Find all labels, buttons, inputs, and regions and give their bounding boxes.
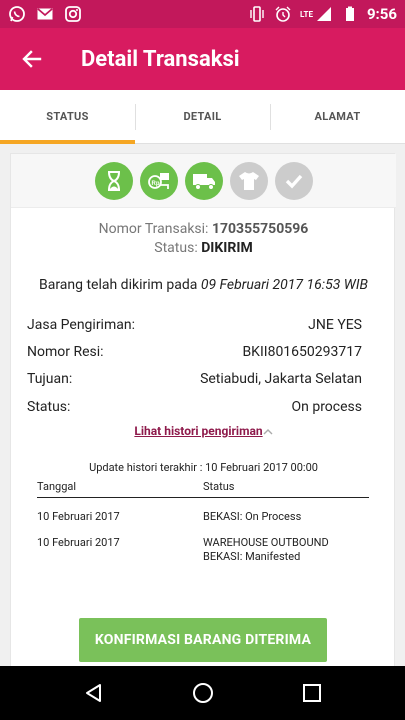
history-link-label: Lihat histori pengiriman <box>134 424 263 438</box>
transaction-status-row: Status: DIKIRIM <box>11 240 396 256</box>
nav-back-icon[interactable] <box>83 682 105 704</box>
detail-value: Setiabudi, Jakarta Selatan <box>200 371 362 387</box>
payment-icon: Rp <box>139 161 178 200</box>
gmail-icon <box>36 5 54 23</box>
history-table: Tanggal Status 10 Februari 2017 BEKASI: … <box>37 480 369 564</box>
tab-status[interactable]: STATUS <box>0 90 135 144</box>
table-row: 10 Februari 2017 WAREHOUSE OUTBOUND BEKA… <box>37 536 369 564</box>
whatsapp-icon <box>8 5 26 23</box>
hourglass-icon <box>94 161 133 200</box>
check-icon <box>274 161 313 200</box>
progress-steps: Rp <box>11 154 396 208</box>
chevron-up-icon <box>263 428 273 435</box>
shipped-info: Barang telah dikirim pada 09 Februari 20… <box>11 277 396 293</box>
alarm-icon <box>274 5 292 23</box>
nav-recents-icon[interactable] <box>302 683 322 703</box>
instagram-icon <box>64 5 82 23</box>
detail-label: Nomor Resi: <box>27 344 104 360</box>
battery-icon <box>341 5 359 23</box>
detail-label: Jasa Pengiriman: <box>27 317 135 333</box>
history-toggle-link[interactable]: Lihat histori pengiriman <box>11 424 396 438</box>
row-status-line: WAREHOUSE OUTBOUND <box>203 536 329 549</box>
shirt-icon <box>229 161 268 200</box>
signal-icon <box>315 5 333 23</box>
column-header-status: Status <box>203 480 235 493</box>
detail-row-destination: Tujuan: Setiabudi, Jakarta Selatan <box>27 371 362 387</box>
shipped-prefix: Barang telah dikirim pada <box>38 277 201 293</box>
history-updated: Update histori terakhir : 10 Februari 20… <box>89 461 318 474</box>
row-date: 10 Februari 2017 <box>37 536 120 549</box>
row-status-line: BEKASI: On Process <box>203 510 302 523</box>
nav-home-icon[interactable] <box>191 681 215 705</box>
network-type: LTE <box>300 9 313 19</box>
status-card: Rp Nomor Transaksi: 170355750596 Status:… <box>10 153 396 673</box>
tab-detail[interactable]: DETAIL <box>135 90 270 143</box>
shipped-datetime: 09 Februari 2017 16:53 WIB <box>200 277 369 293</box>
status-bar: LTE 9:56 <box>0 0 405 28</box>
row-date: 10 Februari 2017 <box>37 510 120 523</box>
app-bar: Detail Transaksi <box>0 28 405 90</box>
tab-bar: STATUS DETAIL ALAMAT <box>0 90 405 144</box>
confirm-received-button[interactable]: KONFIRMASI BARANG DITERIMA <box>79 618 327 662</box>
clock: 9:56 <box>366 5 397 23</box>
transaction-status-label: Status: <box>154 240 198 256</box>
tab-alamat[interactable]: ALAMAT <box>270 90 405 143</box>
detail-row-status: Status: On process <box>27 399 362 415</box>
detail-row-courier: Jasa Pengiriman: JNE YES <box>27 317 362 333</box>
vibrate-icon <box>248 5 266 23</box>
detail-value: On process <box>291 399 363 415</box>
row-status-line: BEKASI: Manifested <box>203 550 301 563</box>
row-status: BEKASI: On Process <box>203 510 369 524</box>
transaction-number-label: Nomor Transaksi: <box>98 221 209 237</box>
detail-value: JNE YES <box>308 317 362 333</box>
transaction-number-value: 170355750596 <box>211 221 309 237</box>
svg-text:Rp: Rp <box>151 181 159 187</box>
detail-label: Tujuan: <box>27 371 73 387</box>
detail-row-receipt: Nomor Resi: BKII801650293717 <box>27 344 362 360</box>
detail-value: BKII801650293717 <box>242 344 362 360</box>
history-table-header: Tanggal Status <box>37 480 369 498</box>
arrow-back-icon <box>22 50 42 68</box>
column-header-date: Tanggal <box>37 480 77 493</box>
transaction-status-value: DIKIRIM <box>201 240 253 256</box>
row-status: WAREHOUSE OUTBOUND BEKASI: Manifested <box>203 536 369 564</box>
page-title: Detail Transaksi <box>81 46 240 72</box>
back-button[interactable] <box>0 28 64 90</box>
transaction-number-row: Nomor Transaksi: 170355750596 <box>11 221 396 237</box>
truck-icon <box>184 161 223 200</box>
table-row: 10 Februari 2017 BEKASI: On Process <box>37 510 369 524</box>
system-nav-bar <box>0 666 405 720</box>
detail-label: Status: <box>27 399 71 415</box>
